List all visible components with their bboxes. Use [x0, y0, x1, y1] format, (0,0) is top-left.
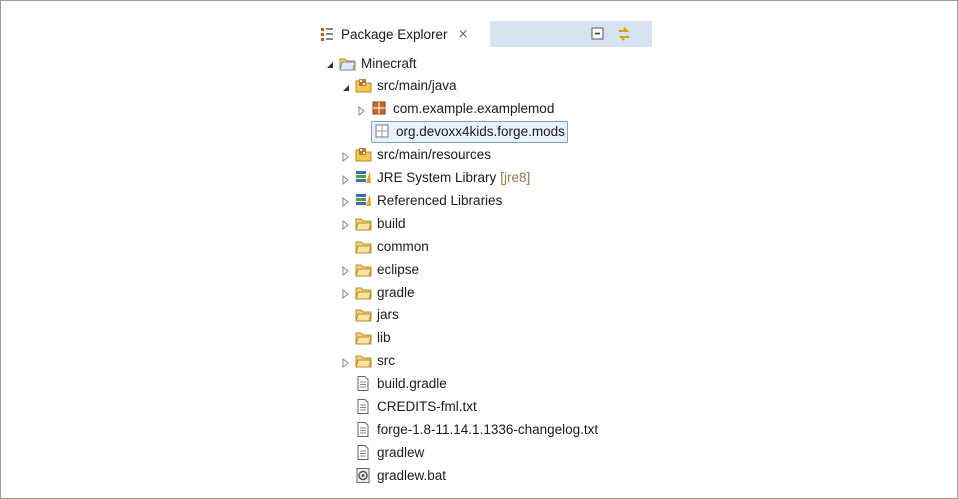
tree-item[interactable]: JRE System Library [jre8] — [341, 167, 530, 189]
folder-icon — [355, 330, 372, 345]
tree-item-label: src/main/resources — [377, 147, 492, 163]
tree-item-label: com.example.examplemod — [393, 101, 555, 117]
tree-item-label: build — [377, 215, 406, 231]
tree-item-label: eclipse — [377, 261, 420, 277]
tree-item[interactable]: src/main/resources — [341, 144, 491, 166]
folder-icon — [355, 285, 372, 300]
expand-twisty-icon[interactable] — [341, 356, 351, 368]
bat-file-icon — [355, 467, 372, 483]
collapse-twisty-icon[interactable] — [325, 58, 335, 68]
tree-item-label: gradlew.bat — [377, 467, 447, 483]
expand-twisty-icon[interactable] — [341, 195, 351, 208]
tree-item[interactable]: com.example.examplemod — [357, 98, 554, 120]
collapse-all-icon[interactable] — [590, 26, 606, 42]
tree-item-label: Referenced Libraries — [377, 192, 503, 208]
package-icon — [371, 101, 388, 116]
folder-icon — [355, 353, 372, 368]
tree-item[interactable]: lib — [341, 327, 391, 349]
folder-icon — [355, 307, 372, 322]
expand-twisty-icon[interactable] — [341, 150, 351, 162]
expand-twisty-icon[interactable] — [341, 173, 351, 185]
file-icon — [355, 399, 372, 414]
tree-item[interactable]: build.gradle — [341, 373, 447, 395]
tree-item[interactable]: Minecraft — [325, 52, 417, 74]
expand-twisty-icon[interactable] — [341, 287, 351, 300]
tree-item-label: JRE System Library — [377, 170, 497, 185]
folder-icon — [355, 262, 372, 277]
link-with-editor-icon[interactable] — [616, 26, 632, 42]
tree-item-label: src/main/java — [377, 78, 457, 94]
file-icon — [355, 376, 372, 392]
tree-item-label: org.devoxx4kids.forge.mods — [396, 124, 565, 140]
tree-item-decoration: [jre8] — [500, 170, 531, 185]
view-title: Package Explorer — [341, 26, 448, 42]
tree-item-label: src — [377, 353, 395, 369]
source-folder-icon — [355, 78, 372, 93]
tree-item[interactable]: src/main/java — [341, 75, 457, 97]
expand-twisty-icon[interactable] — [341, 218, 351, 231]
expand-twisty-icon[interactable] — [341, 264, 351, 277]
tree-item[interactable]: gradlew.bat — [341, 464, 446, 486]
tree-item-label: forge-1.8-11.14.1.1336-changelog.txt — [377, 421, 599, 437]
tree-item-label: common — [377, 238, 429, 254]
tree-item[interactable]: Referenced Libraries — [341, 189, 502, 211]
tree-item-label: Minecraft — [361, 55, 417, 71]
tree-item-label: jars — [377, 307, 399, 323]
tree-item[interactable]: org.devoxx4kids.forge.mods — [357, 120, 568, 143]
file-icon — [355, 444, 372, 460]
package-explorer-icon — [319, 26, 335, 42]
empty-package-icon — [374, 124, 391, 139]
tree-item[interactable]: forge-1.8-11.14.1.1336-changelog.txt — [341, 418, 598, 440]
library-icon — [355, 193, 372, 208]
tree-item-label: CREDITS-fml.txt — [377, 399, 477, 414]
tree-item[interactable]: gradle — [341, 281, 415, 303]
expand-twisty-icon[interactable] — [357, 104, 367, 116]
tree-item-label: gradlew — [377, 444, 425, 460]
collapse-twisty-icon[interactable] — [341, 81, 351, 91]
tree-item[interactable]: jars — [341, 304, 399, 326]
tree-item-label: lib — [377, 330, 391, 346]
file-icon — [355, 421, 372, 437]
folder-icon — [355, 239, 372, 254]
selection-highlight[interactable]: org.devoxx4kids.forge.mods — [371, 120, 568, 143]
folder-icon — [355, 216, 372, 231]
close-icon[interactable]: ⨯ — [458, 26, 469, 42]
library-icon — [355, 170, 372, 185]
tree-item[interactable]: common — [341, 235, 429, 257]
tree-item-label: build.gradle — [377, 376, 447, 392]
tree-item[interactable]: eclipse — [341, 258, 419, 280]
view-toolbar — [490, 21, 652, 47]
tree-item-label: gradle — [377, 284, 415, 300]
source-folder-icon — [355, 147, 372, 162]
tree-item[interactable]: src — [341, 350, 395, 372]
project-folder-icon — [339, 56, 356, 71]
tree-item[interactable]: build — [341, 212, 406, 234]
tree-item[interactable]: gradlew — [341, 441, 424, 463]
tree-item[interactable]: CREDITS-fml.txt — [341, 396, 477, 418]
package-explorer-tab[interactable]: Package Explorer ⨯ — [314, 21, 490, 47]
